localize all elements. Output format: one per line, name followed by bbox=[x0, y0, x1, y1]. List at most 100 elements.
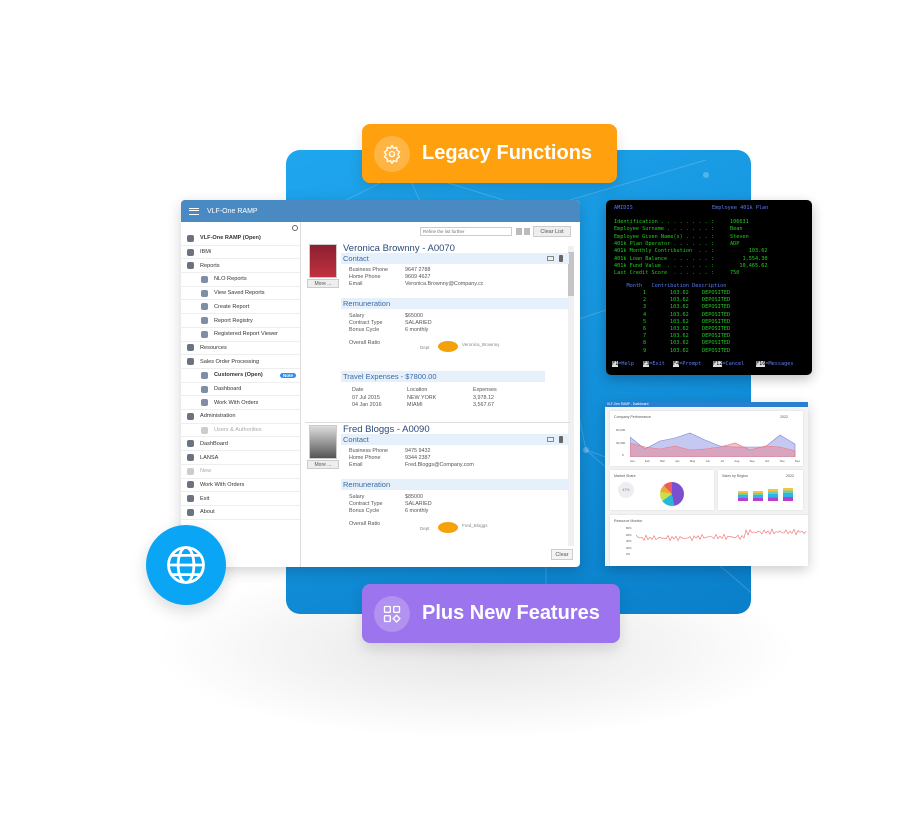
table-header: Month Contribution Description bbox=[614, 283, 727, 289]
sidebar-item-label: Resources bbox=[200, 344, 227, 351]
sidebar-item[interactable]: Registered Report Viewer bbox=[181, 328, 300, 342]
sidebar-item[interactable]: Report Registry bbox=[181, 314, 300, 328]
contribution: 103.62 bbox=[670, 333, 689, 340]
region-year-select[interactable]: 2022 bbox=[786, 474, 794, 478]
function-key[interactable]: F3=Exit bbox=[643, 361, 665, 367]
sidebar-item[interactable]: Users & Authorities bbox=[181, 424, 300, 438]
travel-column-header: Location bbox=[407, 387, 428, 393]
sidebar-item-label: Exit bbox=[200, 495, 210, 502]
y-tick: 40% bbox=[626, 539, 632, 543]
description: DEPOSITED bbox=[702, 340, 731, 347]
month: 6 bbox=[643, 326, 647, 332]
sidebar-item[interactable]: About bbox=[181, 506, 300, 520]
mail-icon[interactable] bbox=[547, 256, 554, 261]
sidebar-item-label: DashBoard bbox=[200, 440, 228, 447]
bar bbox=[753, 491, 763, 501]
ratio-right-label: Fred_Bloggs bbox=[462, 523, 488, 528]
sidebar-item[interactable]: IBMi bbox=[181, 246, 300, 260]
note-badge[interactable]: Note bbox=[280, 372, 296, 378]
function-key[interactable]: F4=Prompt bbox=[673, 361, 701, 367]
month-tick: Apr bbox=[675, 459, 680, 463]
sidebar-item[interactable]: NLO Reports bbox=[181, 273, 300, 287]
remuneration-header: Remuneration bbox=[341, 298, 569, 309]
terminal-screen: AMIDIS Employee 401k Plan Identification .… bbox=[606, 200, 812, 375]
sidebar-item-label: LANSA bbox=[200, 454, 219, 461]
window-title: VLF-One RAMP bbox=[207, 207, 258, 215]
sales-by-region-panel: Sales by Region 2022 bbox=[718, 470, 803, 510]
year-select[interactable]: 2022 bbox=[780, 415, 788, 419]
field-label: Employee Given Name(s) . . . . : bbox=[614, 233, 714, 240]
sidebar-item[interactable]: Customers (Open) Note bbox=[181, 369, 300, 383]
y-tick: 0% bbox=[626, 552, 631, 556]
performance-area-chart bbox=[630, 432, 796, 457]
month-tick: Jan bbox=[630, 459, 635, 463]
email-value[interactable]: Veronica.Brownny@Company.cc bbox=[405, 281, 483, 288]
checklist-icon bbox=[201, 330, 208, 338]
sidebar-item[interactable]: View Saved Reports bbox=[181, 287, 300, 301]
sidebar: VLF-One RAMP (Open) IBMi Reports NLO Report… bbox=[181, 222, 301, 567]
sidebar-item[interactable]: VLF-One RAMP (Open) bbox=[181, 232, 300, 246]
stacked-bar-chart bbox=[738, 487, 793, 501]
sales-by-region-title: Sales by Region bbox=[722, 474, 749, 478]
sidebar-item[interactable]: Dashboard bbox=[181, 383, 300, 397]
email-value[interactable]: Fred.Bloggs@Company.com bbox=[405, 462, 474, 469]
employee-card: More ... Veronica Brownny - A0070 Contact B… bbox=[305, 242, 570, 412]
home_phone-value: 9609 4627 bbox=[405, 273, 431, 280]
grid-view-icon[interactable] bbox=[516, 228, 522, 235]
sidebar-item-label: Sales Order Processing bbox=[200, 358, 260, 365]
home_phone-value: 9344 2387 bbox=[405, 454, 431, 461]
sidebar-item[interactable]: Administration bbox=[181, 410, 300, 424]
sidebar-item[interactable]: Reports bbox=[181, 259, 300, 274]
globe-badge bbox=[146, 525, 226, 605]
description: DEPOSITED bbox=[702, 347, 731, 354]
sidebar-item[interactable]: Resources bbox=[181, 342, 300, 356]
function-key[interactable]: F16=Messages bbox=[756, 361, 794, 367]
month-tick: Oct bbox=[764, 459, 770, 463]
contribution: 103.62 bbox=[670, 347, 689, 354]
refine-search-input[interactable] bbox=[420, 227, 512, 236]
sidebar-item[interactable]: LANSA bbox=[181, 451, 300, 465]
description: DEPOSITED bbox=[702, 326, 731, 332]
key-code: F12 bbox=[713, 361, 723, 367]
sidebar-item-label: New bbox=[200, 468, 212, 475]
clear-button[interactable]: Clear bbox=[551, 549, 573, 560]
sidebar-item[interactable]: Sales Order Processing bbox=[181, 355, 300, 369]
business_phone-value: 9475 9432 bbox=[405, 448, 431, 454]
expand-icon[interactable] bbox=[292, 225, 298, 231]
month-tick: Dec bbox=[795, 459, 800, 463]
month-tick: Jul bbox=[720, 459, 724, 463]
function-key[interactable]: F1=Help bbox=[612, 361, 634, 367]
phone-icon[interactable] bbox=[559, 255, 563, 262]
legacy-functions-label: Legacy Functions bbox=[422, 142, 593, 164]
sidebar-item[interactable]: Work With Orders bbox=[181, 396, 300, 411]
sidebar-item[interactable]: DashBoard bbox=[181, 438, 300, 452]
field-label: 401k Fund Value . . . . . . . : bbox=[614, 262, 714, 269]
y-tick: 30,000 bbox=[616, 441, 626, 445]
bar bbox=[768, 489, 778, 501]
window-header: VLF-One RAMP bbox=[181, 200, 580, 222]
ratio-pie bbox=[438, 522, 458, 533]
more-button[interactable]: More ... bbox=[307, 460, 339, 469]
sidebar-item-label: VLF-One RAMP (Open) bbox=[200, 235, 261, 242]
sidebar-item[interactable]: Create Report bbox=[181, 301, 300, 315]
sidebar-item[interactable]: Work With Orders bbox=[181, 479, 300, 493]
market-share-title: Market Share bbox=[614, 474, 636, 478]
list-view-icon[interactable] bbox=[524, 228, 530, 235]
sidebar-item[interactable]: Exit bbox=[181, 492, 300, 506]
bonus-value: 6 monthly bbox=[405, 326, 429, 333]
hamburger-menu-icon[interactable] bbox=[189, 207, 199, 215]
field-value: Bean bbox=[730, 226, 743, 233]
description: DEPOSITED bbox=[702, 290, 731, 296]
clear-list-button[interactable]: Clear List bbox=[533, 226, 571, 237]
info-icon bbox=[187, 508, 194, 516]
more-button[interactable]: More ... bbox=[307, 279, 339, 288]
travel-cell: MIAMI bbox=[407, 402, 423, 408]
overall-ratio-label: Overall Ratio bbox=[349, 340, 381, 346]
function-key[interactable]: F12=Cancel bbox=[713, 361, 744, 367]
field-value: 1,554.30 bbox=[730, 255, 768, 262]
employee-photo bbox=[309, 425, 337, 459]
contract-value: SALARIED bbox=[405, 500, 432, 507]
phone-icon[interactable] bbox=[559, 436, 563, 443]
mail-icon[interactable] bbox=[547, 437, 554, 442]
sidebar-item[interactable]: New bbox=[181, 465, 300, 479]
